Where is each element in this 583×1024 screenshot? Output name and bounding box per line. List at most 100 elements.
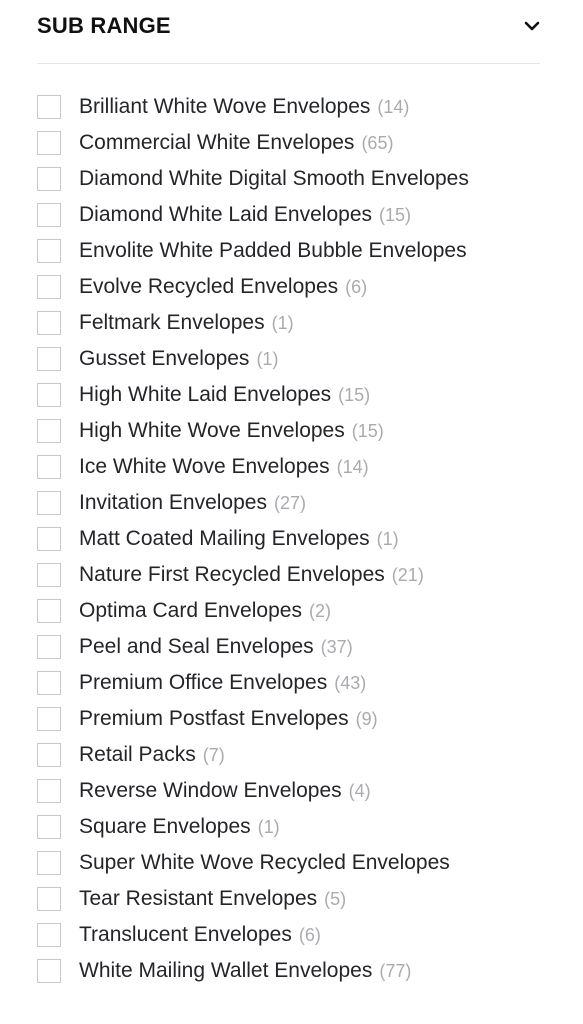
- option-count: (65): [361, 133, 394, 154]
- option-label: Matt Coated Mailing Envelopes: [79, 527, 370, 551]
- option-text: Optima Card Envelopes (2): [79, 598, 571, 623]
- list-item[interactable]: White Mailing Wallet Envelopes (77): [0, 953, 583, 989]
- checkbox-input[interactable]: [37, 95, 61, 119]
- option-count: (15): [338, 385, 371, 406]
- checkbox-input[interactable]: [37, 671, 61, 695]
- option-label: White Mailing Wallet Envelopes: [79, 959, 373, 983]
- checkbox-input[interactable]: [37, 383, 61, 407]
- checkbox-input[interactable]: [37, 815, 61, 839]
- chevron-down-icon[interactable]: [519, 13, 545, 39]
- list-item[interactable]: Translucent Envelopes (6): [0, 917, 583, 953]
- option-text: Retail Packs (7): [79, 742, 571, 767]
- option-count: (14): [377, 97, 410, 118]
- checkbox-input[interactable]: [37, 887, 61, 911]
- checkbox-input[interactable]: [37, 419, 61, 443]
- checkbox-input[interactable]: [37, 167, 61, 191]
- option-count: (15): [379, 205, 412, 226]
- sub-range-option-list: Brilliant White Wove Envelopes (14) Commer…: [0, 64, 583, 989]
- option-text: Gusset Envelopes (1): [79, 346, 571, 371]
- option-text: Nature First Recycled Envelopes (21): [79, 562, 571, 587]
- option-label: Invitation Envelopes: [79, 491, 267, 515]
- option-text: Ice White Wove Envelopes (14): [79, 454, 571, 479]
- option-label: Evolve Recycled Envelopes: [79, 275, 339, 299]
- list-item[interactable]: High White Laid Envelopes (15): [0, 377, 583, 413]
- option-text: Diamond White Digital Smooth Envelopes: [79, 166, 571, 191]
- checkbox-input[interactable]: [37, 239, 61, 263]
- page-title: SUB RANGE: [37, 13, 171, 38]
- option-text: Reverse Window Envelopes (4): [79, 778, 571, 803]
- option-text: Premium Postfast Envelopes (9): [79, 706, 571, 731]
- checkbox-input[interactable]: [37, 707, 61, 731]
- option-label: Envolite White Padded Bubble Envelopes: [79, 239, 467, 263]
- option-text: Square Envelopes (1): [79, 814, 571, 839]
- checkbox-input[interactable]: [37, 635, 61, 659]
- option-count: (37): [320, 637, 353, 658]
- list-item[interactable]: Optima Card Envelopes (2): [0, 593, 583, 629]
- list-item[interactable]: Premium Postfast Envelopes (9): [0, 701, 583, 737]
- list-item[interactable]: Evolve Recycled Envelopes (6): [0, 269, 583, 305]
- option-label: Premium Office Envelopes: [79, 671, 328, 695]
- checkbox-input[interactable]: [37, 923, 61, 947]
- checkbox-input[interactable]: [37, 455, 61, 479]
- checkbox-input[interactable]: [37, 311, 61, 335]
- option-count: (77): [379, 961, 412, 982]
- list-item[interactable]: Diamond White Digital Smooth Envelopes: [0, 161, 583, 197]
- option-count: (14): [336, 457, 369, 478]
- option-count: (2): [308, 601, 331, 622]
- list-item[interactable]: Reverse Window Envelopes (4): [0, 773, 583, 809]
- list-item[interactable]: Nature First Recycled Envelopes (21): [0, 557, 583, 593]
- list-item[interactable]: Diamond White Laid Envelopes (15): [0, 197, 583, 233]
- option-text: Tear Resistant Envelopes (5): [79, 886, 571, 911]
- list-item[interactable]: Square Envelopes (1): [0, 809, 583, 845]
- option-text: Invitation Envelopes (27): [79, 490, 571, 515]
- option-label: Translucent Envelopes: [79, 923, 292, 947]
- list-item[interactable]: Brilliant White Wove Envelopes (14): [0, 89, 583, 125]
- option-count: (1): [257, 817, 280, 838]
- checkbox-input[interactable]: [37, 851, 61, 875]
- option-text: Diamond White Laid Envelopes (15): [79, 202, 571, 227]
- list-item[interactable]: High White Wove Envelopes (15): [0, 413, 583, 449]
- option-label: Commercial White Envelopes: [79, 131, 355, 155]
- option-label: Square Envelopes: [79, 815, 251, 839]
- checkbox-input[interactable]: [37, 347, 61, 371]
- list-item[interactable]: Premium Office Envelopes (43): [0, 665, 583, 701]
- checkbox-input[interactable]: [37, 203, 61, 227]
- list-item[interactable]: Matt Coated Mailing Envelopes (1): [0, 521, 583, 557]
- checkbox-input[interactable]: [37, 959, 61, 983]
- checkbox-input[interactable]: [37, 491, 61, 515]
- option-label: Optima Card Envelopes: [79, 599, 302, 623]
- option-label: Feltmark Envelopes: [79, 311, 265, 335]
- checkbox-input[interactable]: [37, 131, 61, 155]
- checkbox-input[interactable]: [37, 743, 61, 767]
- option-count: (4): [348, 781, 371, 802]
- list-item[interactable]: Ice White Wove Envelopes (14): [0, 449, 583, 485]
- option-text: Commercial White Envelopes (65): [79, 130, 571, 155]
- checkbox-input[interactable]: [37, 563, 61, 587]
- option-label: Brilliant White Wove Envelopes: [79, 95, 371, 119]
- option-count: (15): [351, 421, 384, 442]
- list-item[interactable]: Commercial White Envelopes (65): [0, 125, 583, 161]
- list-item[interactable]: Peel and Seal Envelopes (37): [0, 629, 583, 665]
- list-item[interactable]: Super White Wove Recycled Envelopes: [0, 845, 583, 881]
- list-item[interactable]: Gusset Envelopes (1): [0, 341, 583, 377]
- option-text: Feltmark Envelopes (1): [79, 310, 571, 335]
- checkbox-input[interactable]: [37, 779, 61, 803]
- option-text: Evolve Recycled Envelopes (6): [79, 274, 571, 299]
- list-item[interactable]: Feltmark Envelopes (1): [0, 305, 583, 341]
- option-count: (43): [334, 673, 367, 694]
- option-text: High White Wove Envelopes (15): [79, 418, 571, 443]
- option-label: Reverse Window Envelopes: [79, 779, 342, 803]
- checkbox-input[interactable]: [37, 527, 61, 551]
- option-label: Super White Wove Recycled Envelopes: [79, 851, 450, 875]
- option-label: High White Laid Envelopes: [79, 383, 332, 407]
- option-label: Tear Resistant Envelopes: [79, 887, 318, 911]
- list-item[interactable]: Retail Packs (7): [0, 737, 583, 773]
- option-label: Premium Postfast Envelopes: [79, 707, 349, 731]
- list-item[interactable]: Tear Resistant Envelopes (5): [0, 881, 583, 917]
- checkbox-input[interactable]: [37, 275, 61, 299]
- list-item[interactable]: Invitation Envelopes (27): [0, 485, 583, 521]
- facet-header-toggle[interactable]: SUB RANGE: [0, 0, 583, 52]
- option-text: White Mailing Wallet Envelopes (77): [79, 958, 571, 983]
- list-item[interactable]: Envolite White Padded Bubble Envelopes: [0, 233, 583, 269]
- checkbox-input[interactable]: [37, 599, 61, 623]
